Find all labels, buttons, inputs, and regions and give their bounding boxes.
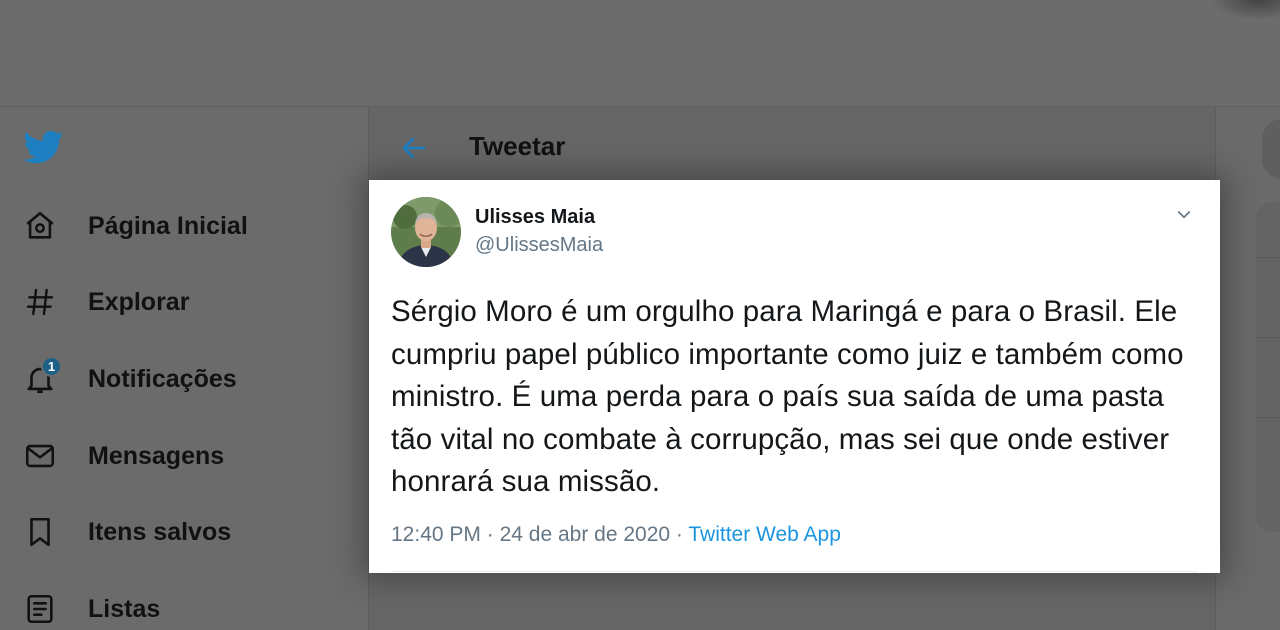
search-field-partial[interactable] <box>1262 119 1280 179</box>
sidebar-item-home[interactable]: Página Inicial <box>22 206 248 246</box>
card-divider <box>391 571 1198 572</box>
sidebar-item-label: Mensagens <box>88 441 225 470</box>
tweet-text: Sérgio Moro é um orgulho para Maringá e … <box>391 295 1184 498</box>
trends-panel-partial <box>1256 202 1280 532</box>
envelope-icon <box>22 438 58 474</box>
panel-divider <box>1256 337 1280 338</box>
meta-separator: · <box>486 523 494 546</box>
tweet-meta: 12:40 PM · 24 de abr de 2020 · Twitter W… <box>391 523 841 547</box>
tweet-card[interactable]: Ulisses Maia @UlissesMaia Sérgio Moro é … <box>369 180 1220 573</box>
page-title: Tweetar <box>469 131 566 161</box>
sidebar-nav: Página Inicial Explorar 1 Notificações M… <box>0 107 368 630</box>
tweet-time[interactable]: 12:40 PM <box>391 523 481 546</box>
sidebar-item-bookmarks[interactable]: Itens salvos <box>22 512 231 552</box>
avatar[interactable] <box>391 197 461 267</box>
tweet-source-link[interactable]: Twitter Web App <box>688 523 841 546</box>
list-icon <box>22 591 58 627</box>
author-handle[interactable]: @UlissesMaia <box>475 234 603 257</box>
panel-divider <box>1256 257 1280 258</box>
chevron-down-icon[interactable] <box>1173 206 1195 224</box>
sidebar-item-label: Notificações <box>88 364 237 393</box>
meta-separator: · <box>675 523 683 546</box>
sidebar-item-notifications[interactable]: 1 Notificações <box>22 356 237 399</box>
tweet-date[interactable]: 24 de abr de 2020 <box>500 523 670 546</box>
sidebar-item-messages[interactable]: Mensagens <box>22 436 224 476</box>
sidebar-item-lists[interactable]: Listas <box>22 589 160 629</box>
panel-divider <box>1256 417 1280 418</box>
sidebar-item-label: Explorar <box>88 287 190 316</box>
twitter-bird-icon[interactable] <box>22 127 66 167</box>
bell-icon: 1 <box>22 356 62 397</box>
sidebar-item-label: Página Inicial <box>88 211 248 240</box>
bookmark-icon <box>22 514 58 550</box>
right-sidebar <box>1216 107 1280 630</box>
corner-shadow <box>1210 0 1280 20</box>
main-header: Tweetar <box>369 107 1215 187</box>
home-icon <box>22 208 58 244</box>
top-bar <box>0 0 1280 107</box>
hashtag-icon <box>22 284 58 320</box>
author-name[interactable]: Ulisses Maia <box>475 206 595 229</box>
arrow-left-icon[interactable] <box>399 133 429 163</box>
sidebar-item-label: Itens salvos <box>88 517 232 546</box>
sidebar-item-label: Listas <box>88 594 161 623</box>
notification-badge: 1 <box>41 356 62 377</box>
sidebar-item-explore[interactable]: Explorar <box>22 282 189 322</box>
